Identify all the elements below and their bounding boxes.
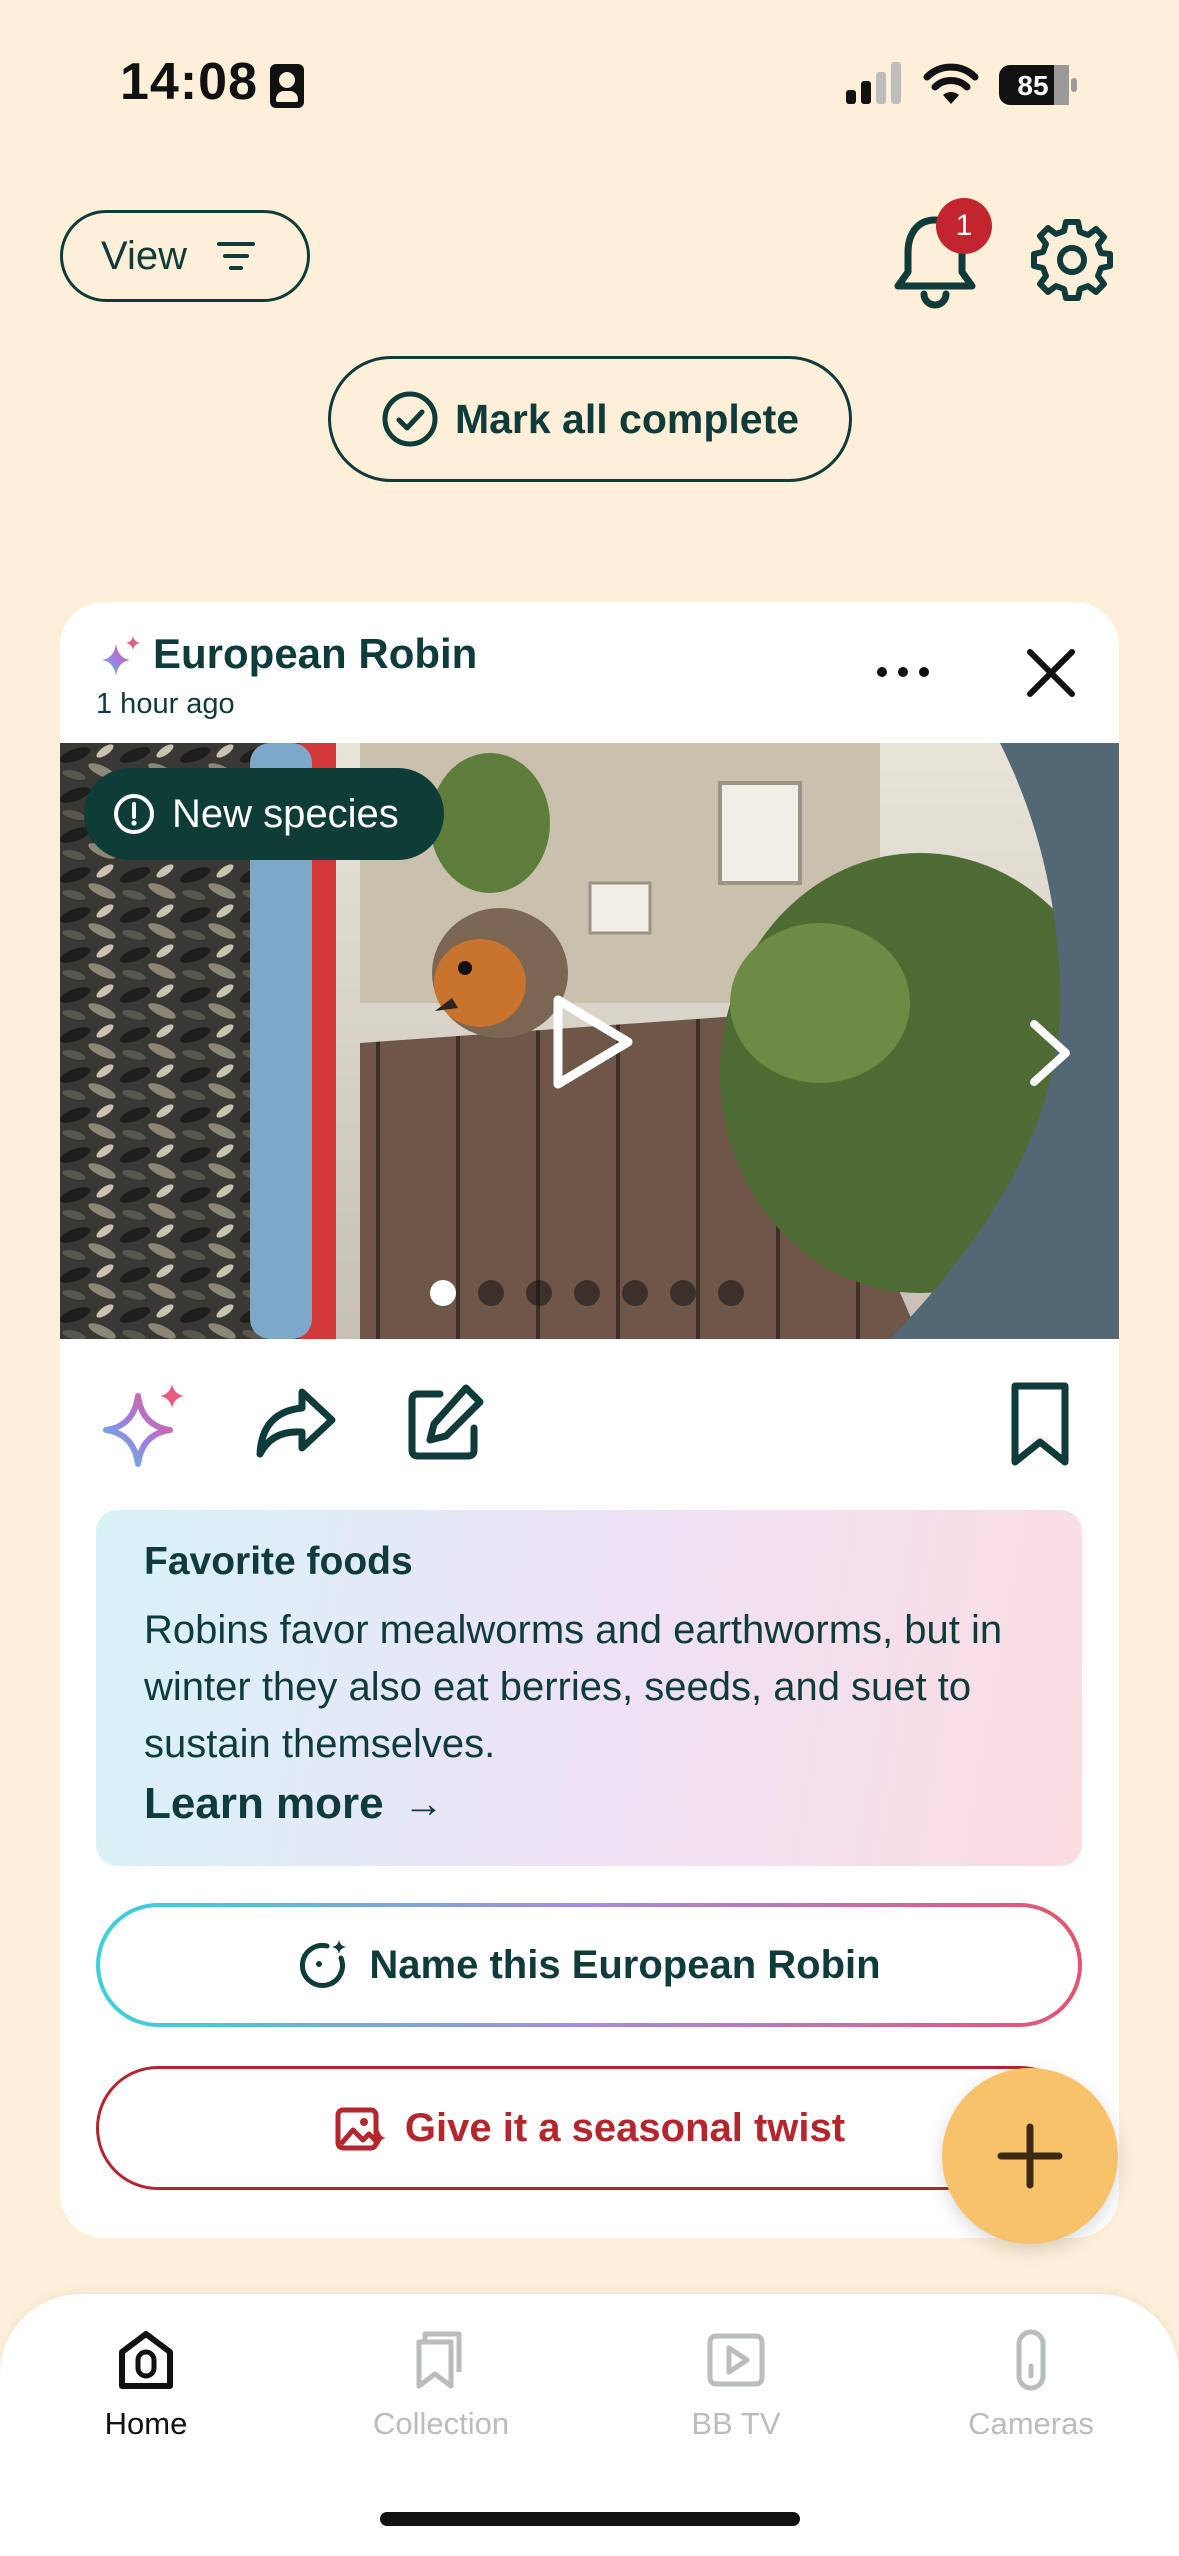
alert-circle-icon bbox=[114, 794, 154, 834]
card-timestamp: 1 hour ago bbox=[96, 688, 235, 720]
learn-more-link[interactable]: Learn more → bbox=[144, 1779, 1034, 1829]
nav-bbtv-label: BB TV bbox=[691, 2406, 781, 2441]
bookmark-icon[interactable] bbox=[995, 1378, 1085, 1468]
status-time: 14:08 bbox=[120, 53, 258, 111]
check-circle-icon bbox=[382, 391, 438, 447]
new-species-badge: New species bbox=[84, 768, 444, 860]
name-bird-button[interactable]: Name this European Robin bbox=[96, 1903, 1082, 2027]
add-button[interactable] bbox=[942, 2068, 1118, 2244]
ai-sparkle-icon[interactable] bbox=[100, 1378, 190, 1468]
nav-home[interactable]: Home bbox=[46, 2328, 246, 2448]
wifi-icon bbox=[923, 63, 979, 104]
chevron-right-icon[interactable] bbox=[1022, 1016, 1078, 1090]
carousel-dots bbox=[430, 1280, 744, 1306]
carousel-dot[interactable] bbox=[478, 1280, 504, 1306]
collection-icon bbox=[416, 2331, 462, 2389]
camera-icon bbox=[1016, 2329, 1046, 2391]
learn-more-label: Learn more bbox=[144, 1779, 384, 1828]
gear-icon[interactable] bbox=[1030, 218, 1114, 302]
more-options-icon[interactable] bbox=[868, 648, 938, 696]
name-bird-label: Name this European Robin bbox=[369, 1942, 881, 1987]
mark-all-label: Mark all complete bbox=[454, 395, 800, 442]
battery-icon: 85 bbox=[999, 65, 1077, 105]
nav-collection-label: Collection bbox=[372, 2406, 510, 2441]
carousel-dot[interactable] bbox=[526, 1280, 552, 1306]
sparkle-icon bbox=[102, 636, 140, 676]
contact-card-icon bbox=[270, 64, 304, 108]
mark-all-complete-button[interactable]: Mark all complete bbox=[328, 356, 852, 482]
play-icon[interactable] bbox=[544, 990, 640, 1094]
carousel-dot[interactable] bbox=[718, 1280, 744, 1306]
carousel-dot[interactable] bbox=[574, 1280, 600, 1306]
carousel-dot[interactable] bbox=[670, 1280, 696, 1306]
image-sparkle-icon bbox=[335, 2107, 386, 2151]
card-title: European Robin bbox=[153, 630, 478, 677]
new-species-label: New species bbox=[172, 791, 399, 836]
nav-bbtv[interactable]: BB TV bbox=[636, 2328, 836, 2448]
edit-icon[interactable] bbox=[400, 1378, 490, 1468]
notification-badge: 1 bbox=[936, 198, 992, 254]
seasonal-twist-button[interactable]: Give it a seasonal twist bbox=[96, 2066, 1082, 2190]
home-icon bbox=[119, 2331, 173, 2389]
signal-icon bbox=[846, 62, 901, 104]
arrow-right-icon: → bbox=[403, 1781, 444, 1826]
info-body: Robins favor mealworms and earthworms, b… bbox=[144, 1608, 1003, 1766]
nav-collection[interactable]: Collection bbox=[341, 2328, 541, 2448]
seasonal-twist-label: Give it a seasonal twist bbox=[404, 2105, 846, 2150]
info-panel: Favorite foods Robins favor mealworms an… bbox=[96, 1510, 1082, 1866]
info-title: Favorite foods bbox=[144, 1540, 413, 1583]
share-icon[interactable] bbox=[250, 1378, 340, 1468]
nav-home-label: Home bbox=[104, 2406, 188, 2441]
battery-level: 85 bbox=[1017, 70, 1048, 101]
tv-icon bbox=[707, 2333, 765, 2387]
nav-cameras[interactable]: Cameras bbox=[931, 2328, 1131, 2448]
view-filter-button[interactable]: View bbox=[60, 210, 310, 302]
filter-icon bbox=[216, 242, 255, 270]
close-icon[interactable] bbox=[1024, 646, 1078, 700]
nav-cameras-label: Cameras bbox=[968, 2406, 1094, 2441]
plus-icon bbox=[997, 2123, 1063, 2189]
carousel-dot[interactable] bbox=[622, 1280, 648, 1306]
carousel-dot[interactable] bbox=[430, 1280, 456, 1306]
ai-name-icon bbox=[300, 1940, 347, 1988]
home-indicator bbox=[380, 2512, 800, 2526]
view-label: View bbox=[101, 233, 187, 278]
